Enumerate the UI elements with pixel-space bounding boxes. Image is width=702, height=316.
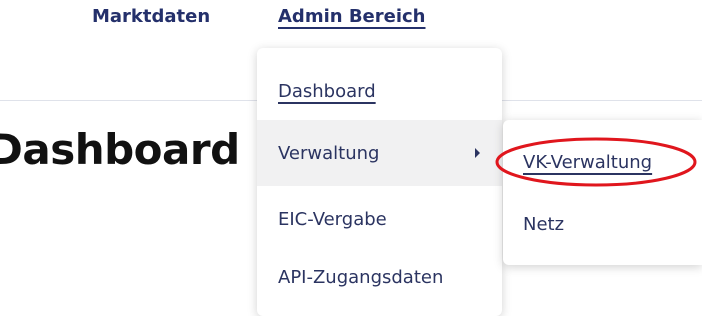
menu-item-verwaltung[interactable]: Verwaltung [257,120,502,186]
menu-item-dashboard[interactable]: Dashboard [257,58,502,124]
submenu-item-label: Netz [523,213,565,235]
page-title: Dashboard [0,125,240,174]
nav-link-admin-bereich[interactable]: Admin Bereich [278,6,426,27]
verwaltung-submenu: VK-Verwaltung Netz [503,120,702,265]
submenu-item-netz[interactable]: Netz [503,196,702,252]
chevron-right-icon [475,148,480,158]
admin-dropdown-menu: Dashboard Verwaltung EIC-Vergabe API-Zug… [257,48,502,316]
menu-item-label: Verwaltung [278,142,380,164]
page: Marktdaten Admin Bereich Dashboard Dashb… [0,0,702,316]
menu-item-label: EIC-Vergabe [278,208,387,230]
submenu-item-vk-verwaltung[interactable]: VK-Verwaltung [503,134,702,190]
menu-item-label: Dashboard [278,80,376,102]
menu-item-label: API-Zugangsdaten [278,266,444,288]
menu-item-api-zugangsdaten[interactable]: API-Zugangsdaten [257,244,502,310]
menu-item-eic-vergabe[interactable]: EIC-Vergabe [257,186,502,252]
nav-link-marktdaten[interactable]: Marktdaten [92,6,210,27]
submenu-item-label: VK-Verwaltung [523,151,653,173]
